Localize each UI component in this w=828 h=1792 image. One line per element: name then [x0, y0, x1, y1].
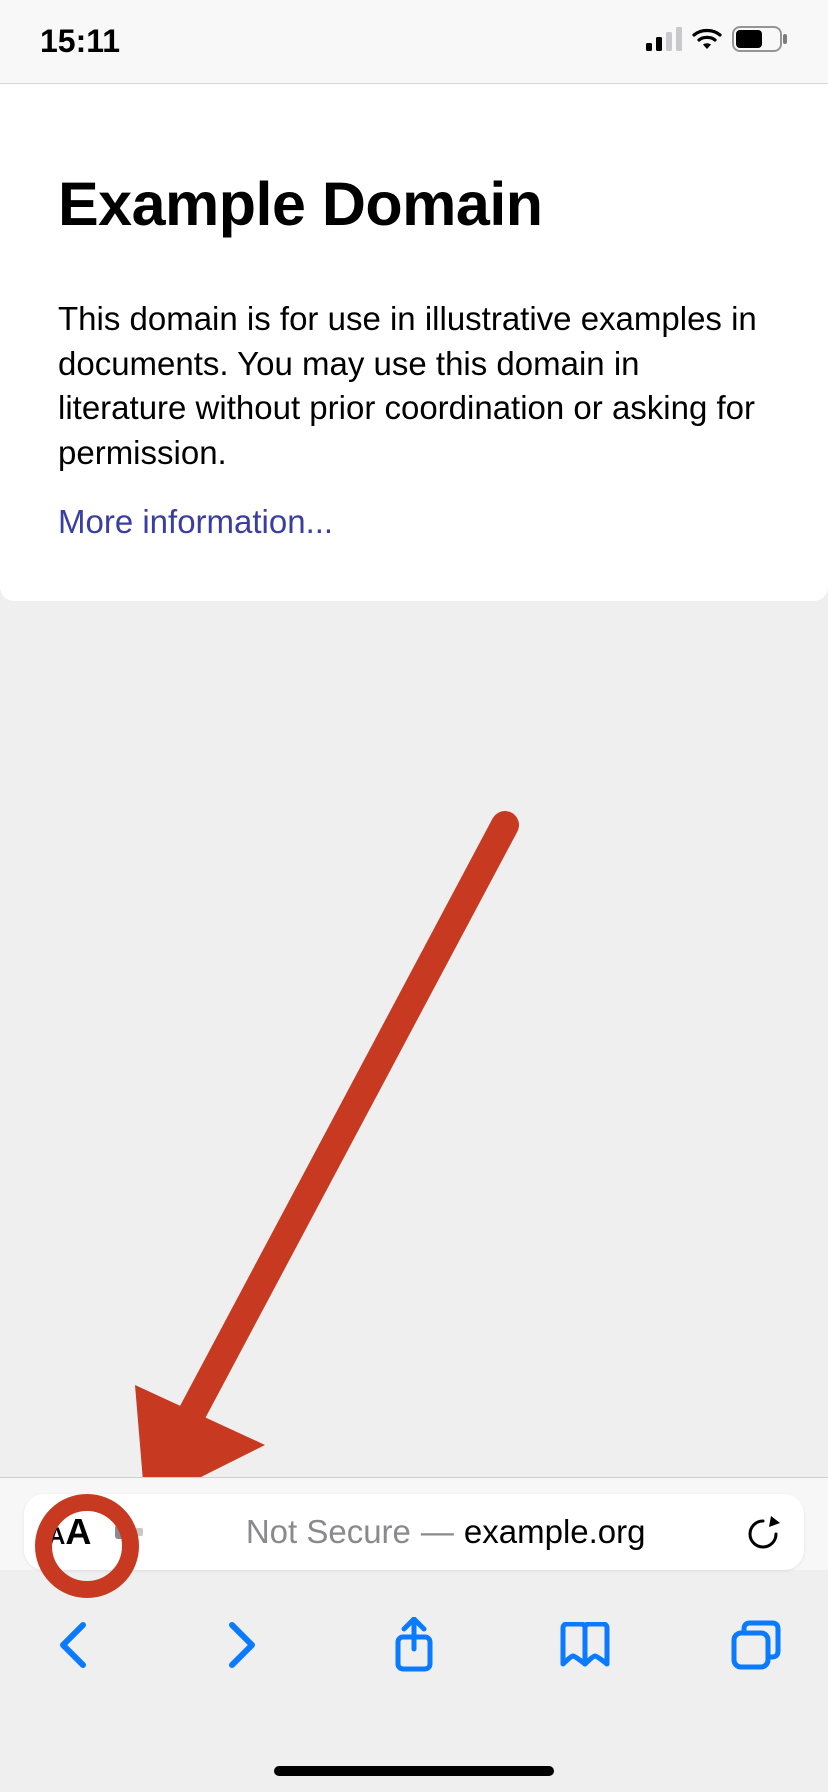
more-information-link[interactable]: More information...	[58, 503, 333, 541]
page-content: Example Domain This domain is for use in…	[0, 84, 828, 601]
status-time: 15:11	[40, 23, 120, 60]
url-domain: example.org	[464, 1513, 646, 1551]
back-button[interactable]	[42, 1615, 102, 1675]
battery-icon	[732, 26, 788, 57]
status-bar: 15:11	[0, 0, 828, 84]
security-status-label: Not Secure	[246, 1513, 411, 1551]
home-indicator[interactable]	[274, 1766, 554, 1776]
forward-button[interactable]	[213, 1615, 273, 1675]
annotation-arrow	[115, 805, 535, 1525]
url-separator: —	[421, 1513, 454, 1551]
tabs-button[interactable]	[726, 1615, 786, 1675]
share-button[interactable]	[384, 1615, 444, 1675]
url-display[interactable]: Not Secure — example.org	[159, 1513, 732, 1551]
page-body-text: This domain is for use in illustrative e…	[58, 297, 770, 475]
bottom-toolbar	[0, 1590, 828, 1700]
bookmarks-button[interactable]	[555, 1615, 615, 1675]
page-title: Example Domain	[58, 169, 770, 239]
address-bar[interactable]: AA Not Secure — example.org	[24, 1494, 804, 1570]
wifi-icon	[690, 27, 724, 56]
address-bar-container: AA Not Secure — example.org	[0, 1477, 828, 1570]
text-size-small-a: A	[48, 1523, 65, 1551]
text-size-large-a: A	[65, 1511, 91, 1553]
reload-button[interactable]	[746, 1513, 780, 1551]
status-icons	[646, 26, 788, 57]
cellular-signal-icon	[646, 27, 682, 56]
text-size-button[interactable]: AA	[48, 1511, 91, 1553]
privacy-report-icon[interactable]	[115, 1521, 145, 1543]
